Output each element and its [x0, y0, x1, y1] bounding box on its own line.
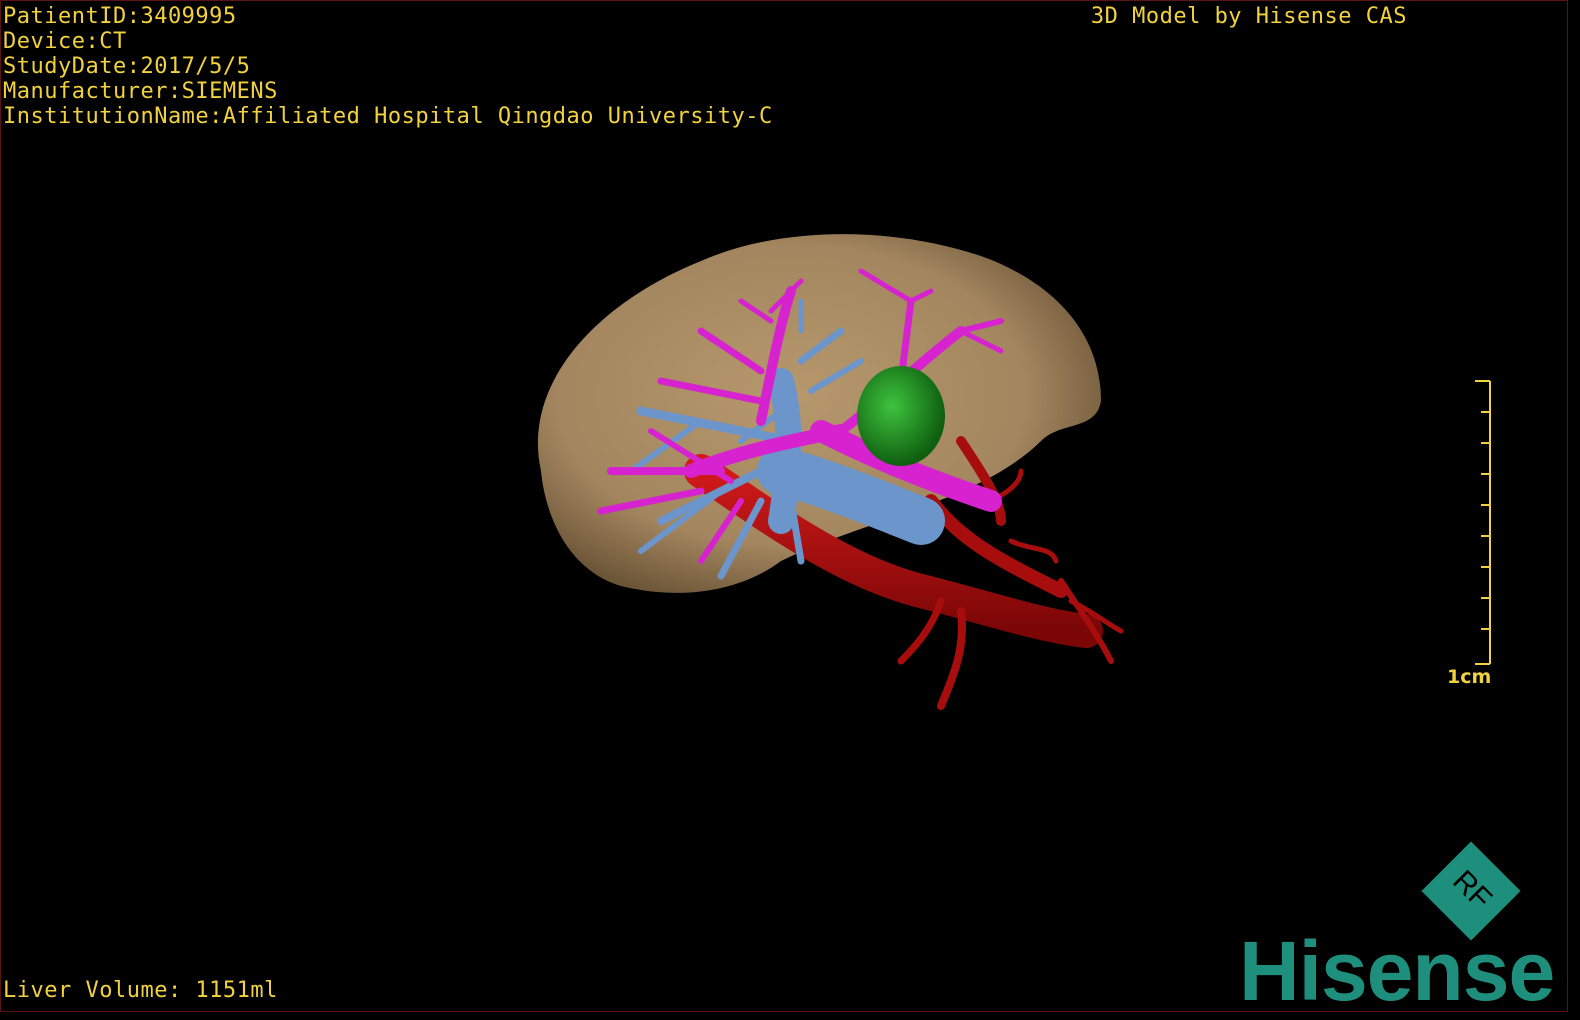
3d-viewport[interactable]: PatientID:3409995 Device:CT StudyDate:20…: [0, 0, 1568, 1012]
model-title: 3D Model by Hisense CAS: [1090, 4, 1407, 29]
study-date: StudyDate:2017/5/5: [3, 54, 251, 79]
scale-label: 1cm: [1447, 666, 1492, 688]
tumor: [857, 366, 945, 466]
institution-name: InstitutionName:Affiliated Hospital Qing…: [3, 104, 773, 129]
dicom-info: PatientID:3409995 Device:CT StudyDate:20…: [3, 4, 773, 129]
liver-3d-model[interactable]: [1, 1, 1568, 1012]
liver-volume: Liver Volume: 1151ml: [3, 978, 278, 1003]
manufacturer: Manufacturer:SIEMENS: [3, 79, 278, 104]
scale-bar: [1475, 380, 1491, 665]
patient-id: PatientID:3409995: [3, 4, 237, 29]
hisense-logo: Hisense: [1239, 924, 1555, 1012]
device: Device:CT: [3, 29, 127, 54]
